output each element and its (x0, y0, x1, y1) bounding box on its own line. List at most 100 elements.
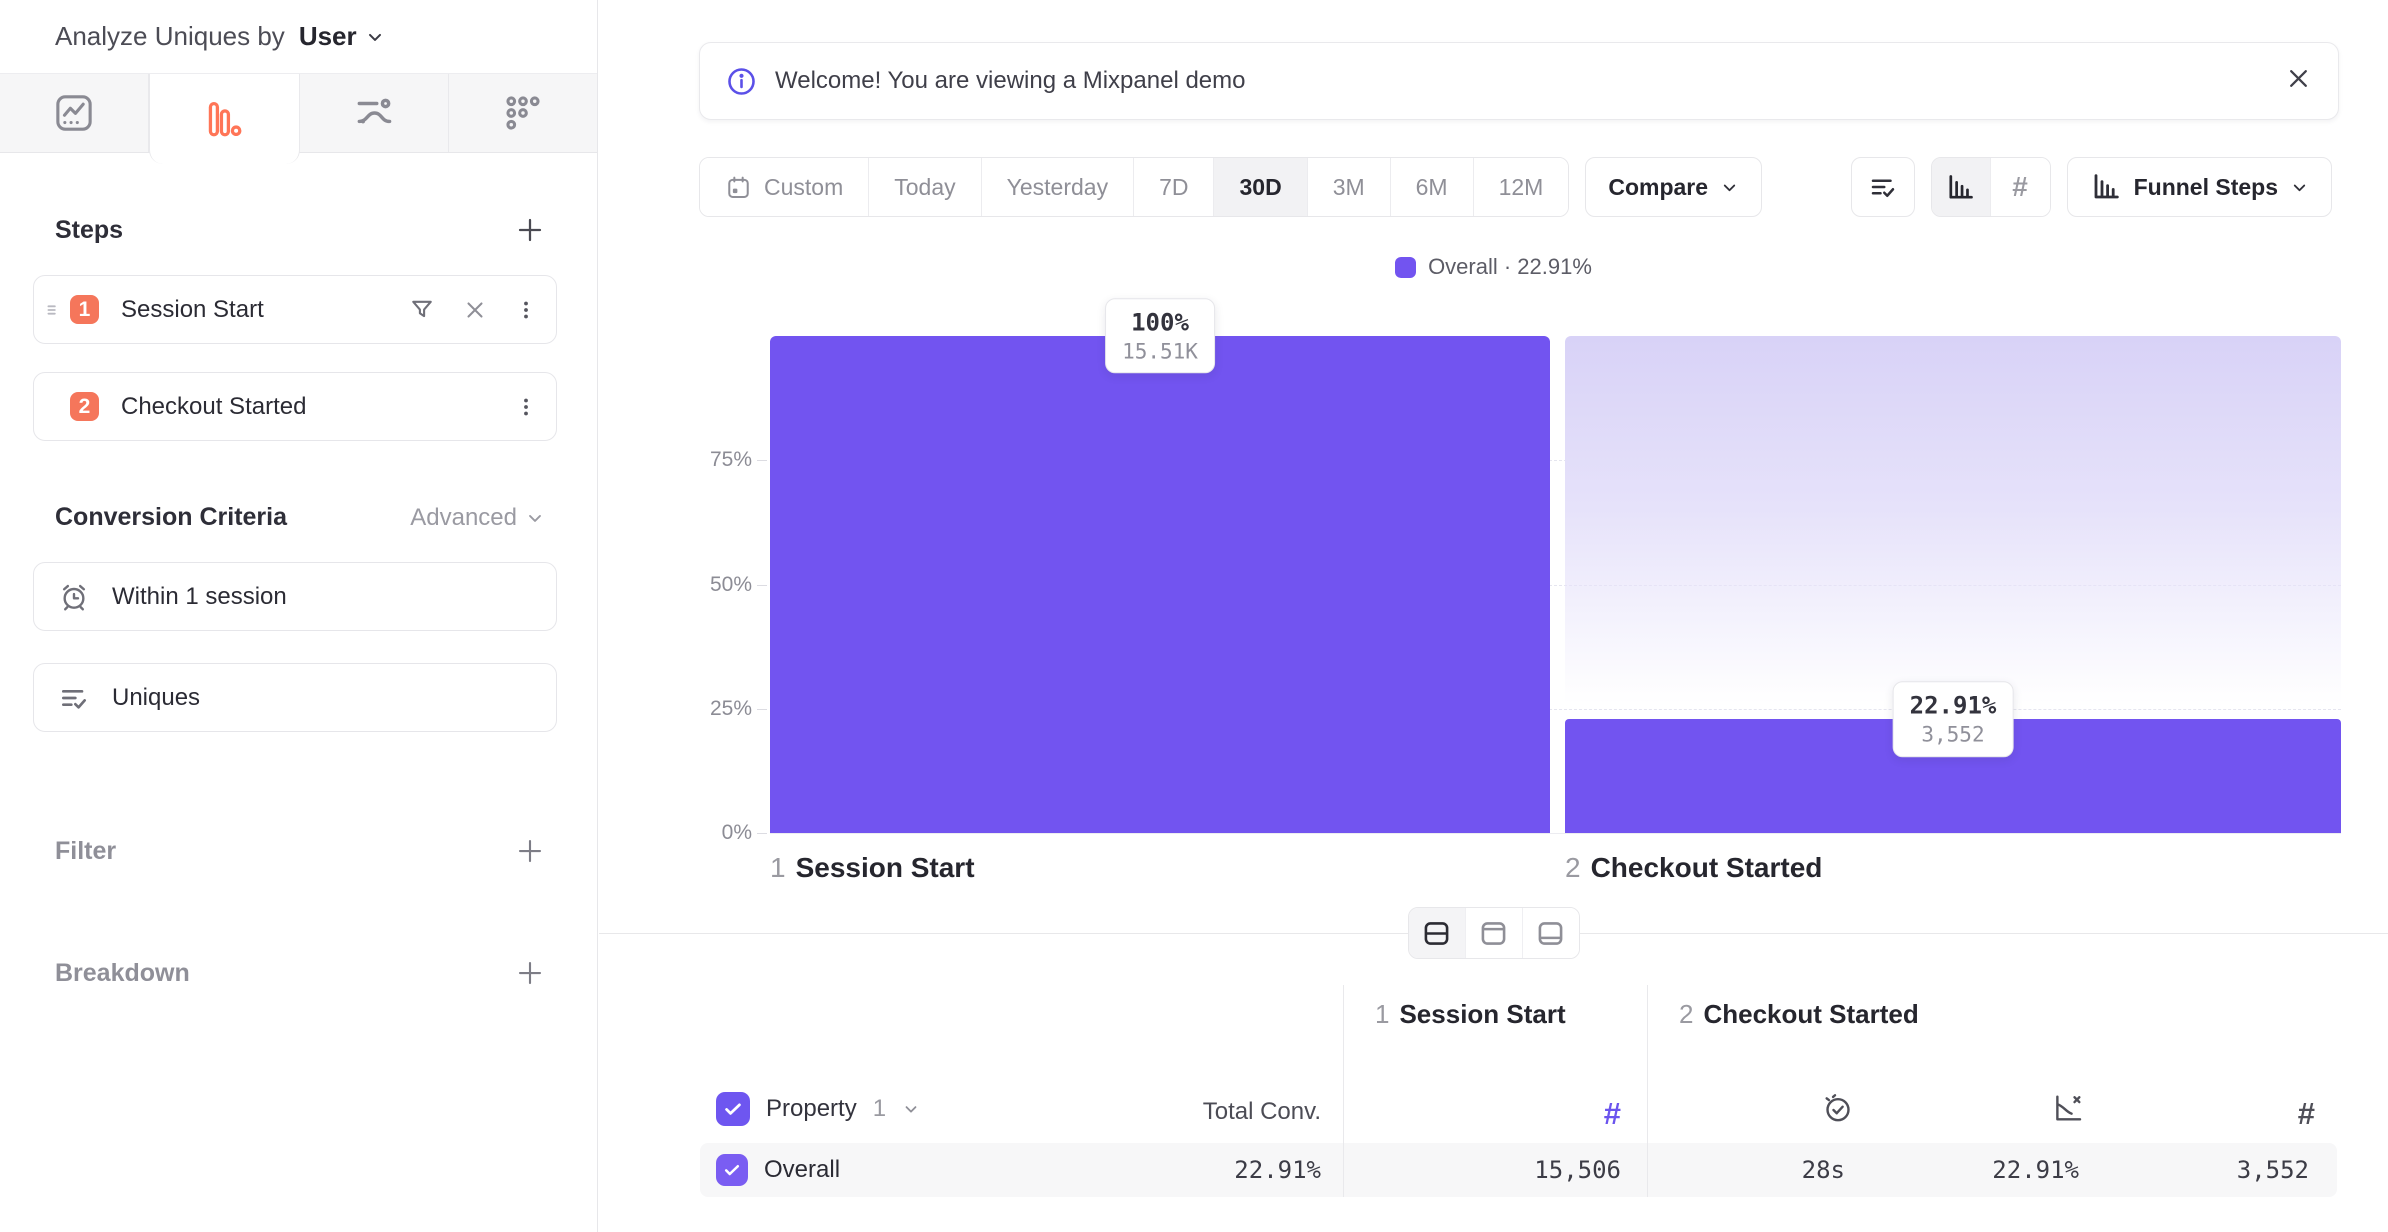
add-step-button[interactable] (515, 215, 545, 245)
y-tick-mark (757, 585, 767, 586)
demo-banner: Welcome! You are viewing a Mixpanel demo (699, 42, 2339, 120)
date-range-custom[interactable]: Custom (700, 158, 869, 216)
panel-layout-toggle (1408, 907, 1580, 959)
main-content: Welcome! You are viewing a Mixpanel demo… (599, 0, 2388, 1232)
layout-chart-button[interactable] (1466, 908, 1523, 958)
date-range-12m[interactable]: 12M (1474, 158, 1569, 216)
date-range-7d[interactable]: 7D (1134, 158, 1214, 216)
tooltip-session-start: 100% 15.51K (1105, 298, 1215, 373)
criteria-card-window[interactable]: Within 1 session (33, 562, 557, 631)
y-axis-labels: 75% 50% 25% 0% (694, 336, 752, 833)
conversion-rate-header[interactable] (1877, 1091, 2085, 1130)
step-card-checkout-started[interactable]: 2 Checkout Started (33, 372, 557, 441)
compare-label: Compare (1608, 174, 1708, 201)
drag-handle-icon[interactable] (42, 299, 64, 321)
chart-legend: Overall · 22.91% (599, 254, 2388, 280)
date-range-today[interactable]: Today (869, 158, 981, 216)
plus-icon (515, 836, 545, 866)
step2-count-header[interactable]: # (2107, 1096, 2315, 1132)
tooltip-percent: 100% (1122, 307, 1198, 338)
y-tick-mark (757, 709, 767, 710)
x-axis-step-label: 2Checkout Started (1565, 852, 1822, 884)
date-range-yesterday[interactable]: Yesterday (982, 158, 1134, 216)
sidebar: Analyze Uniques by User (0, 0, 598, 1232)
date-range-label: 7D (1159, 174, 1188, 201)
step-name: Session Start (796, 852, 975, 883)
compare-button[interactable]: Compare (1585, 157, 1762, 217)
date-range-6m[interactable]: 6M (1391, 158, 1474, 216)
layout-split-icon (1421, 918, 1452, 949)
calendar-icon (725, 174, 752, 201)
retention-icon (501, 91, 545, 135)
funnel-column-checkout-started (1565, 336, 2341, 833)
value-display-toggle: # (1931, 157, 2051, 217)
table-header: 1Session Start 2Checkout Started Propert… (700, 985, 2337, 1140)
advanced-label: Advanced (410, 504, 517, 532)
list-check-icon (58, 682, 90, 714)
stopwatch-check-icon (1821, 1091, 1855, 1125)
analyze-by-bar: Analyze Uniques by User (0, 0, 597, 73)
plus-icon (515, 215, 545, 245)
criteria-card-counting[interactable]: Uniques (33, 663, 557, 732)
tab-retention[interactable] (449, 74, 597, 152)
tab-flows[interactable] (300, 74, 449, 152)
filter-step-icon[interactable] (408, 296, 436, 324)
chart-toolbar: Custom Today Yesterday 7D 30D 3M 6M 12M … (699, 157, 2332, 217)
x-axis-line (770, 833, 2341, 834)
insights-icon (52, 91, 96, 135)
time-to-convert-header[interactable] (1647, 1091, 1855, 1130)
filter-section-header: Filter (33, 836, 557, 866)
results-table: 1Session Start 2Checkout Started Propert… (700, 985, 2337, 1197)
funnel-steps-dropdown[interactable]: Funnel Steps (2067, 157, 2332, 217)
group-number: 1 (1375, 999, 1389, 1029)
date-range-picker: Custom Today Yesterday 7D 30D 3M 6M 12M (699, 157, 1569, 217)
date-range-3m[interactable]: 3M (1308, 158, 1391, 216)
metric-list-button[interactable] (1851, 157, 1915, 217)
step1-count-header[interactable]: # (1343, 1096, 1621, 1132)
advanced-dropdown[interactable]: Advanced (410, 504, 545, 532)
layout-split-button[interactable] (1409, 908, 1466, 958)
column-divider (1343, 985, 1344, 1197)
date-range-30d[interactable]: 30D (1214, 158, 1307, 216)
banner-close-button[interactable] (2285, 65, 2312, 92)
column-divider (1647, 985, 1648, 1197)
y-tick-label: 25% (710, 697, 752, 721)
remove-step-icon[interactable] (462, 297, 488, 323)
step-card-session-start[interactable]: 1 Session Start (33, 275, 557, 344)
layout-table-button[interactable] (1523, 908, 1579, 958)
date-range-label: 30D (1239, 174, 1281, 201)
date-range-label: Today (894, 174, 955, 201)
layout-bottom-icon (1535, 918, 1566, 949)
kebab-menu-icon[interactable] (514, 395, 538, 419)
layout-top-icon (1478, 918, 1509, 949)
kebab-menu-icon[interactable] (514, 298, 538, 322)
close-icon (2285, 65, 2312, 92)
percent-view-toggle[interactable] (1932, 158, 1991, 216)
criteria-label: Uniques (112, 684, 200, 712)
step-label: Session Start (121, 296, 264, 324)
add-filter-button[interactable] (515, 836, 545, 866)
x-axis-step-label: 1Session Start (770, 852, 975, 884)
step-number: 2 (1565, 852, 1581, 883)
funnel-steps-label: Funnel Steps (2134, 174, 2278, 201)
column-group-session-start: 1 Session Start (1375, 999, 1566, 1030)
analyze-by-dropdown[interactable]: User (299, 21, 385, 52)
chevron-down-icon (525, 508, 545, 528)
table-row-overall[interactable]: Overall 22.91% 15,506 28s 22.91% 3,552 (700, 1143, 2337, 1197)
number-view-toggle[interactable]: # (1991, 158, 2050, 216)
legend-label: Overall · 22.91% (1428, 254, 1592, 280)
dropoff-chart-icon (2051, 1091, 2085, 1125)
legend-swatch (1395, 257, 1416, 278)
tab-insights[interactable] (0, 74, 149, 152)
hash-icon: # (1604, 1096, 1621, 1131)
funnel-bar-session-start[interactable] (770, 336, 1550, 833)
conversion-criteria-header: Conversion Criteria Advanced (33, 503, 557, 532)
step1-count-value: 15,506 (1343, 1143, 1621, 1197)
criteria-label: Within 1 session (112, 583, 287, 611)
group-name: Checkout Started (1703, 999, 1918, 1029)
tab-funnels[interactable] (149, 74, 299, 164)
add-breakdown-button[interactable] (515, 958, 545, 988)
total-conv-header[interactable]: Total Conv. (700, 1098, 1321, 1126)
group-name: Session Start (1399, 999, 1565, 1029)
step-label: Checkout Started (121, 393, 306, 421)
